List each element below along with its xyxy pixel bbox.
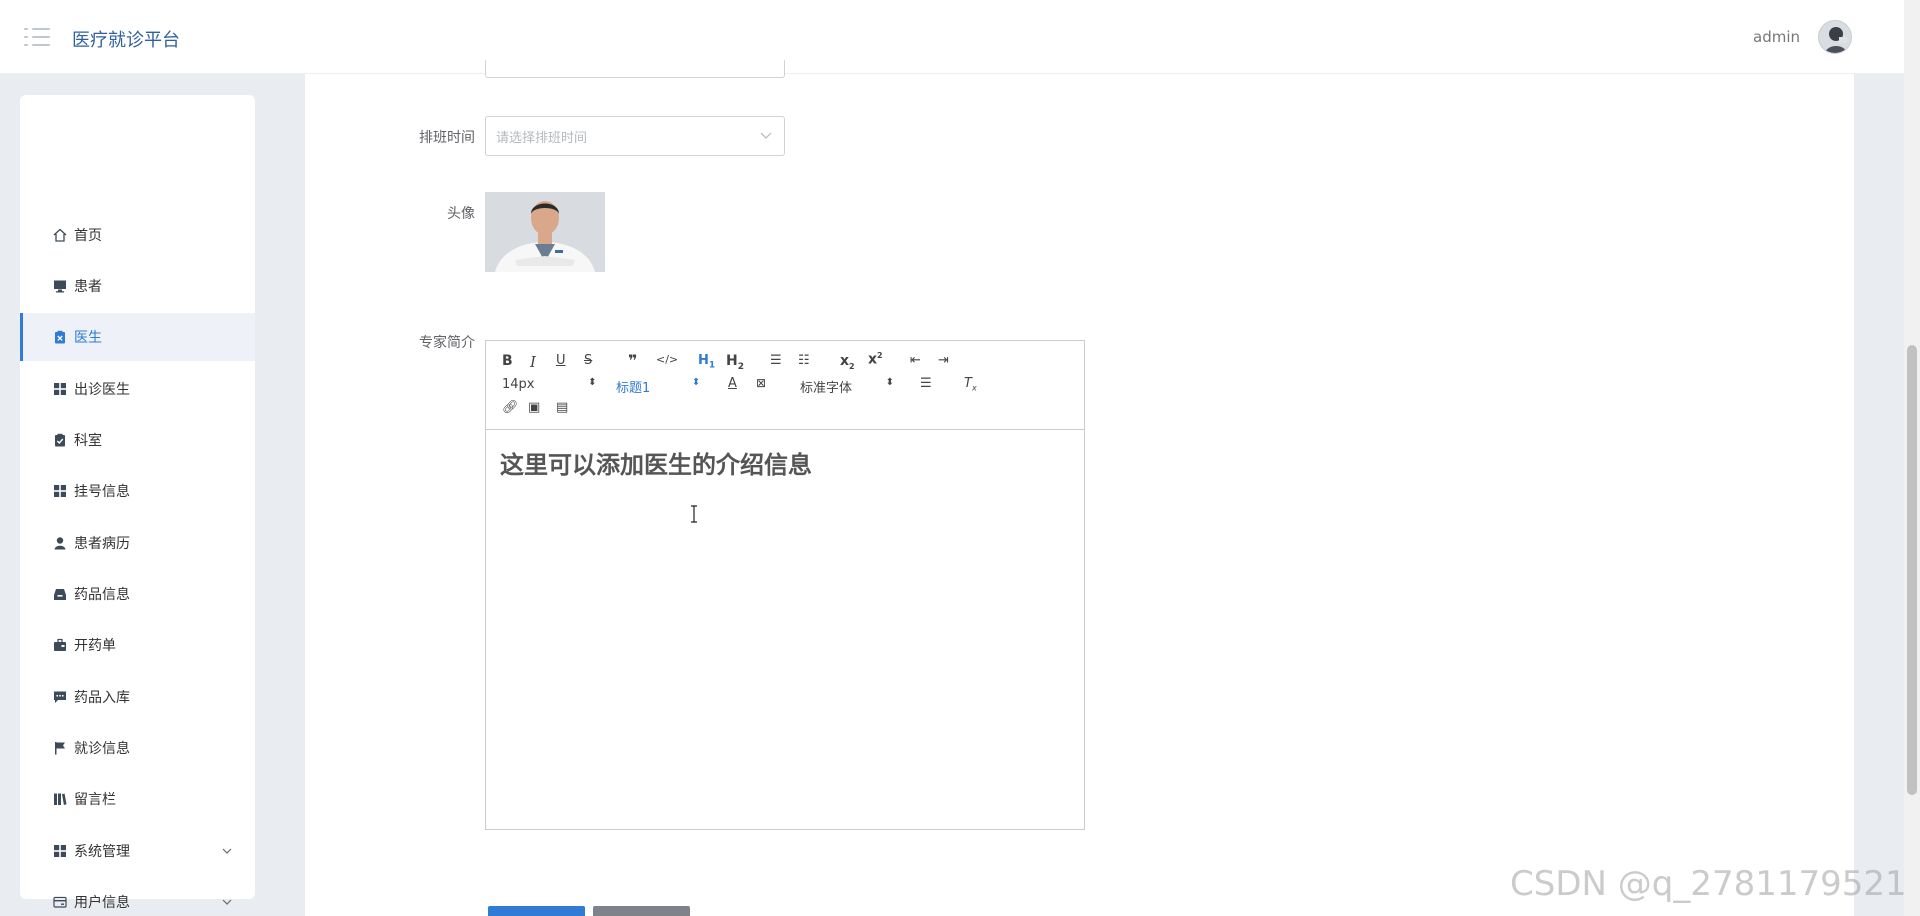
schedule-time-select[interactable]: 请选择排班时间 bbox=[485, 116, 785, 156]
sidebar-item-patient[interactable]: 患者 bbox=[20, 262, 255, 310]
schedule-time-label: 排班时间 bbox=[419, 130, 475, 146]
home-icon bbox=[52, 227, 68, 243]
subscript-icon[interactable]: x2 bbox=[840, 353, 855, 371]
heading2-icon[interactable]: H2 bbox=[726, 353, 744, 372]
top-header: 医疗就诊平台 admin bbox=[0, 0, 1904, 74]
sidebar-item-drug-info[interactable]: 药品信息 bbox=[20, 570, 255, 618]
sidebar-item-label: 系统管理 bbox=[74, 844, 130, 860]
font-color-icon[interactable]: A bbox=[728, 376, 737, 391]
link-icon[interactable]: 🔗︎ bbox=[502, 400, 519, 415]
sidebar-item-label: 首页 bbox=[74, 228, 102, 244]
sidebar-item-system-management[interactable]: 系统管理 bbox=[20, 827, 255, 875]
blockquote-icon[interactable]: ❞ bbox=[628, 351, 637, 370]
editor-toolbar: B I U S ❞ </> H1 H2 ☰ ☷ x2 x2 ⇤ ⇥ 14px ⬍ … bbox=[486, 341, 1084, 430]
font-size-select[interactable]: 14px ⬍ bbox=[502, 377, 597, 392]
schedule-time-placeholder: 请选择排班时间 bbox=[496, 131, 588, 146]
bullet-list-icon[interactable]: ☷ bbox=[798, 353, 810, 368]
intro-label: 专家简介 bbox=[419, 335, 475, 351]
font-family-value: 标准字体 bbox=[800, 381, 853, 396]
sidebar-item-label: 患者 bbox=[74, 279, 102, 295]
sidebar-item-label: 科室 bbox=[74, 433, 102, 449]
sidebar-item-department[interactable]: 科室 bbox=[20, 416, 255, 464]
clipboard-x-icon bbox=[52, 329, 68, 345]
library-icon bbox=[52, 791, 68, 807]
superscript-icon[interactable]: x2 bbox=[868, 351, 883, 368]
sidebar-item-label: 出诊医生 bbox=[74, 382, 130, 398]
sidebar-item-label: 医生 bbox=[74, 330, 102, 346]
flag-icon bbox=[52, 740, 68, 756]
inbox-icon bbox=[52, 586, 68, 602]
rich-text-editor: B I U S ❞ </> H1 H2 ☰ ☷ x2 x2 ⇤ ⇥ 14px ⬍ … bbox=[485, 340, 1085, 830]
text-cursor-icon bbox=[691, 505, 697, 523]
sidebar-item-label: 留言栏 bbox=[74, 792, 116, 808]
code-block-icon[interactable]: </> bbox=[656, 353, 678, 366]
sidebar-item-registration[interactable]: 挂号信息 bbox=[20, 467, 255, 515]
sidebar-item-home[interactable]: 首页 bbox=[20, 211, 255, 259]
sidebar-item-message-board[interactable]: 留言栏 bbox=[20, 775, 255, 823]
sidebar-item-label: 开药单 bbox=[74, 638, 116, 654]
sidebar-item-prescription[interactable]: 开药单 bbox=[20, 621, 255, 669]
editor-content-area[interactable]: 这里可以添加医生的介绍信息 bbox=[486, 431, 1084, 829]
sidebar-item-medical-record[interactable]: 患者病历 bbox=[20, 519, 255, 567]
sidebar-item-label: 药品入库 bbox=[74, 690, 130, 706]
image-icon[interactable]: ▣ bbox=[528, 400, 540, 415]
sidebar-item-label: 就诊信息 bbox=[74, 741, 130, 757]
sidebar-item-doctor[interactable]: 医生 bbox=[20, 313, 255, 361]
briefcase-icon bbox=[52, 637, 68, 653]
heading1-icon[interactable]: H1 bbox=[698, 353, 715, 371]
user-avatar[interactable] bbox=[1818, 20, 1852, 54]
chevron-down-icon bbox=[222, 899, 232, 905]
font-size-value: 14px bbox=[502, 377, 535, 392]
strikethrough-icon[interactable]: S bbox=[584, 353, 592, 368]
watermark-text: CSDN @q_2781179521 bbox=[1510, 864, 1907, 904]
ordered-list-icon[interactable]: ☰ bbox=[770, 353, 782, 368]
background-color-icon[interactable]: ⊠ bbox=[756, 376, 766, 390]
scrollbar-thumb[interactable] bbox=[1907, 345, 1917, 795]
editor-text: 这里可以添加医生的介绍信息 bbox=[500, 451, 812, 479]
cancel-button[interactable] bbox=[593, 906, 690, 916]
user-icon bbox=[52, 535, 68, 551]
heading-select[interactable]: 标题1 ⬍ bbox=[616, 377, 700, 396]
outdent-icon[interactable]: ⇤ bbox=[910, 353, 921, 368]
underline-icon[interactable]: U bbox=[556, 353, 566, 368]
chat-icon bbox=[52, 689, 68, 705]
avatar-label: 头像 bbox=[447, 206, 475, 222]
brand-title: 医疗就诊平台 bbox=[72, 30, 180, 51]
grid-icon bbox=[52, 483, 68, 499]
clear-format-icon[interactable]: Tx bbox=[964, 376, 977, 393]
clipboard-check-icon bbox=[52, 432, 68, 448]
chevron-down-icon bbox=[760, 132, 772, 139]
sidebar-item-visiting-doctor[interactable]: 出诊医生 bbox=[20, 365, 255, 413]
video-icon[interactable]: ▤ bbox=[556, 400, 568, 415]
menu-toggle-icon[interactable] bbox=[24, 26, 50, 48]
previous-field-input[interactable] bbox=[485, 60, 785, 78]
sidebar-item-label: 药品信息 bbox=[74, 587, 130, 603]
font-family-select[interactable]: 标准字体 ⬍ bbox=[800, 377, 894, 396]
sidebar-item-user-info[interactable]: 用户信息 bbox=[20, 878, 255, 916]
indent-icon[interactable]: ⇥ bbox=[938, 353, 949, 368]
heading-value: 标题1 bbox=[616, 381, 651, 396]
grid-icon bbox=[52, 843, 68, 859]
page-scrollbar[interactable] bbox=[1904, 0, 1920, 916]
sidebar: 首页 患者 医生 出诊医生 科室 挂号信息 患者病历 药品信息 开药单 药品入库… bbox=[20, 95, 255, 911]
sidebar-item-label: 挂号信息 bbox=[74, 484, 130, 500]
monitor-icon bbox=[52, 278, 68, 294]
card-icon bbox=[52, 894, 68, 910]
bold-icon[interactable]: B bbox=[502, 353, 513, 369]
align-icon[interactable]: ☰ bbox=[920, 376, 932, 391]
submit-button[interactable] bbox=[488, 906, 585, 916]
sidebar-item-label: 患者病历 bbox=[74, 536, 130, 552]
sidebar-item-label: 用户信息 bbox=[74, 895, 130, 911]
italic-icon[interactable]: I bbox=[530, 353, 536, 371]
sidebar-item-drug-stock[interactable]: 药品入库 bbox=[20, 673, 255, 721]
sidebar-item-visit-info[interactable]: 就诊信息 bbox=[20, 724, 255, 772]
chevron-down-icon bbox=[222, 848, 232, 854]
grid-icon bbox=[52, 381, 68, 397]
user-name[interactable]: admin bbox=[1753, 28, 1800, 46]
doctor-avatar-image[interactable] bbox=[485, 192, 605, 272]
